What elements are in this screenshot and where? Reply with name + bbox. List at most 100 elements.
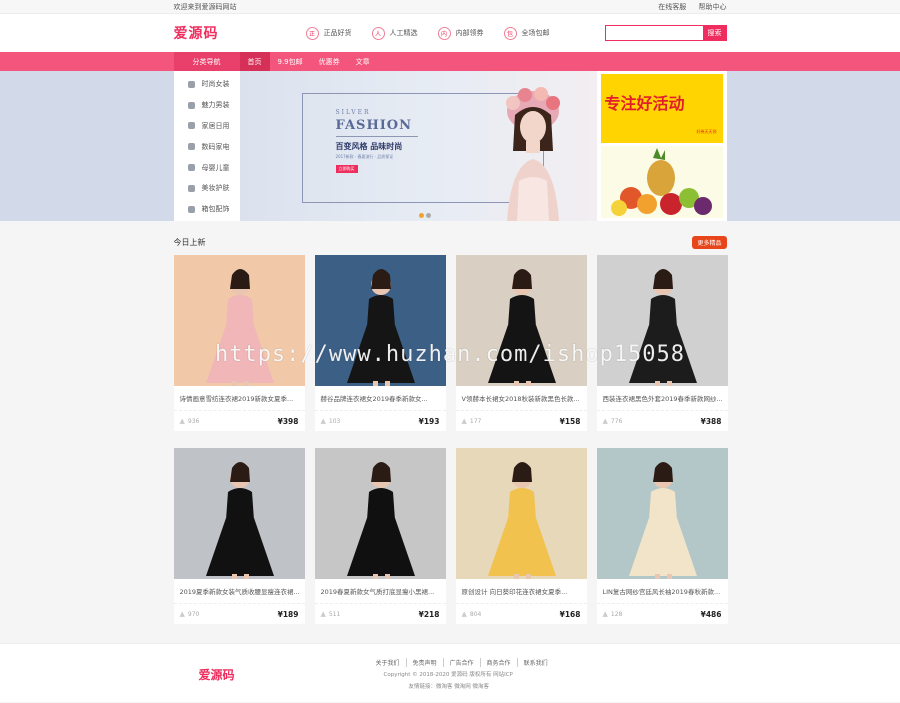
promise-list: 正正品好货 人人工精选 内内部领券 包全场包邮 (305, 26, 605, 40)
product-meta: ▲ 804 ¥168 (456, 604, 587, 624)
person-icon: 人 (371, 26, 385, 40)
top-strip: 欢迎来到爱源码网站 在线客服 帮助中心 (0, 0, 900, 14)
view-count: 804 (469, 610, 482, 618)
friend-links: 友情链接：微淘客 微淘网 微淘客 (408, 684, 490, 690)
nav-coupons[interactable]: 优惠券 (311, 52, 348, 71)
side-ads: 专注好活动 好券天天领 (596, 71, 727, 221)
product-card[interactable]: LIN复古网纱宫廷风长袖2019春秋新款... ▲ 128 ¥486 (596, 448, 728, 624)
help-link[interactable]: 帮助中心 (699, 3, 727, 11)
product-image[interactable] (455, 255, 587, 386)
product-name[interactable]: 西装连衣裙黑色外套2019春季新款网纱... (596, 386, 728, 411)
category-item[interactable]: 数码家电 (174, 136, 240, 157)
product-image[interactable] (596, 255, 728, 386)
hero-sub: 2017新款 · 春夏流行 · 品质保证 (335, 154, 394, 159)
product-image[interactable] (173, 448, 305, 579)
product-card[interactable]: 原创设计 向日葵印花连衣裙女夏季... ▲ 804 ¥168 (455, 448, 587, 624)
women-icon (187, 80, 195, 88)
promise-label: 人工精选 (389, 29, 418, 37)
nav-free-shipping[interactable]: 9.9包邮 (270, 52, 311, 71)
category-item[interactable]: 家居日用 (174, 116, 240, 137)
category-nav-head[interactable]: 分类导航 (173, 52, 240, 71)
activity-ad-text: 专注好活动 (604, 94, 685, 113)
category-item[interactable]: 母婴儿童 (174, 157, 240, 178)
pager-dot[interactable] (425, 213, 431, 218)
product-name[interactable]: 赫谷品牌连衣裙女2019春季新款女... (314, 386, 446, 411)
promise-label: 正品好货 (323, 29, 352, 37)
footer-link-business[interactable]: 商务合作 (479, 658, 517, 667)
site-logo[interactable]: 爱源码 (174, 23, 306, 43)
fire-icon: ▲ (461, 417, 467, 425)
new-arrivals: 今日上新 更多精品 诗情画意雪纺连衣裙2019新款女夏季... ▲ 936 ¥398 赫… (173, 221, 728, 624)
hero-silver: SILVER (335, 109, 371, 116)
shipping-icon: 包 (503, 26, 517, 40)
activity-ad[interactable]: 专注好活动 好券天天领 (600, 74, 723, 143)
bag-icon (187, 205, 195, 213)
beauty-icon (187, 184, 195, 192)
product-grid: 诗情画意雪纺连衣裙2019新款女夏季... ▲ 936 ¥398 赫谷品牌连衣裙女201… (173, 255, 728, 624)
footer-link-disclaimer[interactable]: 免责声明 (405, 658, 443, 667)
footer-link-contact[interactable]: 联系我们 (516, 658, 554, 667)
search-button[interactable]: 搜索 (702, 25, 727, 41)
nav-home[interactable]: 首页 (239, 52, 270, 71)
product-image[interactable] (314, 448, 446, 579)
product-name[interactable]: 原创设计 向日葵印花连衣裙女夏季... (455, 579, 587, 604)
more-button[interactable]: 更多精品 (692, 235, 727, 249)
product-photo (205, 269, 274, 386)
product-meta: ▲ 128 ¥486 (597, 604, 728, 624)
view-count: 511 (328, 610, 341, 618)
genuine-icon: 正 (305, 26, 319, 40)
category-item[interactable]: 美妆护肤 (174, 178, 240, 199)
view-count: 103 (328, 417, 341, 425)
fire-icon: ▲ (320, 610, 326, 618)
product-card[interactable]: 西装连衣裙黑色外套2019春季新款网纱... ▲ 776 ¥388 (596, 255, 728, 431)
footer-logo[interactable]: 爱源码 (199, 666, 235, 683)
nav-articles[interactable]: 文章 (348, 52, 378, 71)
product-name[interactable]: LIN复古网纱宫廷风长袖2019春秋新款... (596, 579, 728, 604)
product-image[interactable] (455, 448, 587, 579)
service-link[interactable]: 在线客服 (658, 3, 686, 11)
product-card[interactable]: V领赫本长裙女2018秋装新款黑色长款... ▲ 177 ¥158 (455, 255, 587, 431)
fire-icon: ▲ (179, 610, 185, 618)
home-icon (187, 122, 195, 130)
product-price: ¥218 (418, 609, 440, 619)
fire-icon: ▲ (461, 610, 467, 618)
product-card[interactable]: 赫谷品牌连衣裙女2019春季新款女... ▲ 103 ¥193 (314, 255, 446, 431)
product-name[interactable]: 2019春夏新款女气质打底显瘦小黑裙... (314, 579, 446, 604)
product-name[interactable]: V领赫本长裙女2018秋装新款黑色长款... (455, 386, 587, 411)
fruit-ad[interactable] (600, 146, 723, 218)
top-links: 在线客服 帮助中心 (648, 2, 726, 12)
product-image[interactable] (173, 255, 305, 386)
product-card[interactable]: 2019夏季新款女装气质收腰显瘦连衣裙... ▲ 970 ¥189 (173, 448, 305, 624)
category-item[interactable]: 时尚女装 (174, 74, 240, 95)
men-icon (187, 101, 195, 109)
hero-slogan: 百变风格 品味时尚 (335, 142, 403, 151)
pager-dot[interactable] (418, 213, 424, 218)
product-price: ¥388 (700, 416, 722, 426)
section-title: 今日上新 (173, 237, 206, 247)
fire-icon: ▲ (320, 417, 326, 425)
view-count: 177 (469, 417, 482, 425)
product-image[interactable] (596, 448, 728, 579)
fruit-illustration (610, 148, 712, 216)
hero-pager (418, 213, 433, 218)
category-item[interactable]: 魅力男装 (174, 95, 240, 116)
product-meta: ▲ 177 ¥158 (456, 411, 587, 431)
footer-link-ads[interactable]: 广告合作 (442, 658, 480, 667)
views: ▲ 936 (180, 417, 200, 425)
product-photo (346, 462, 415, 579)
product-image[interactable] (314, 255, 446, 386)
hero-buy-button[interactable]: 立即购买 (335, 165, 358, 173)
views: ▲ 177 (462, 417, 482, 425)
product-price: ¥398 (277, 416, 299, 426)
product-name[interactable]: 2019夏季新款女装气质收腰显瘦连衣裙... (173, 579, 305, 604)
product-card[interactable]: 2019春夏新款女气质打底显瘦小黑裙... ▲ 511 ¥218 (314, 448, 446, 624)
product-name[interactable]: 诗情画意雪纺连衣裙2019新款女夏季... (173, 386, 305, 411)
product-card[interactable]: 诗情画意雪纺连衣裙2019新款女夏季... ▲ 936 ¥398 (173, 255, 305, 431)
category-item[interactable]: 箱包配饰 (174, 199, 240, 220)
section-header: 今日上新 更多精品 (174, 221, 727, 255)
search-input[interactable] (604, 25, 703, 41)
hero-slide[interactable]: SILVER FASHION 百变风格 品味时尚 2017新款 · 春夏流行 ·… (239, 71, 597, 221)
category-label: 美妆护肤 (201, 184, 230, 193)
coupon-icon: 内 (437, 26, 451, 40)
footer-link-about[interactable]: 关于我们 (370, 658, 406, 667)
